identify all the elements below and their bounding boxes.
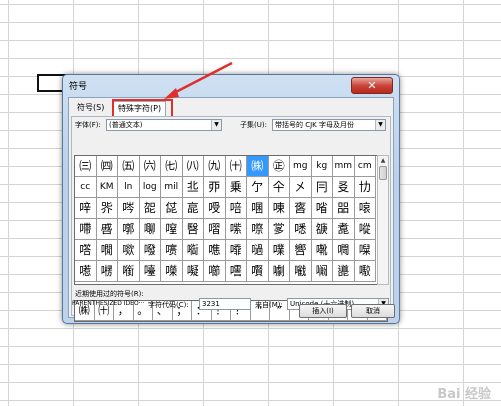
arrow-head: [164, 88, 179, 99]
annotation-arrow: [164, 61, 233, 99]
arrow-line: [171, 61, 233, 96]
